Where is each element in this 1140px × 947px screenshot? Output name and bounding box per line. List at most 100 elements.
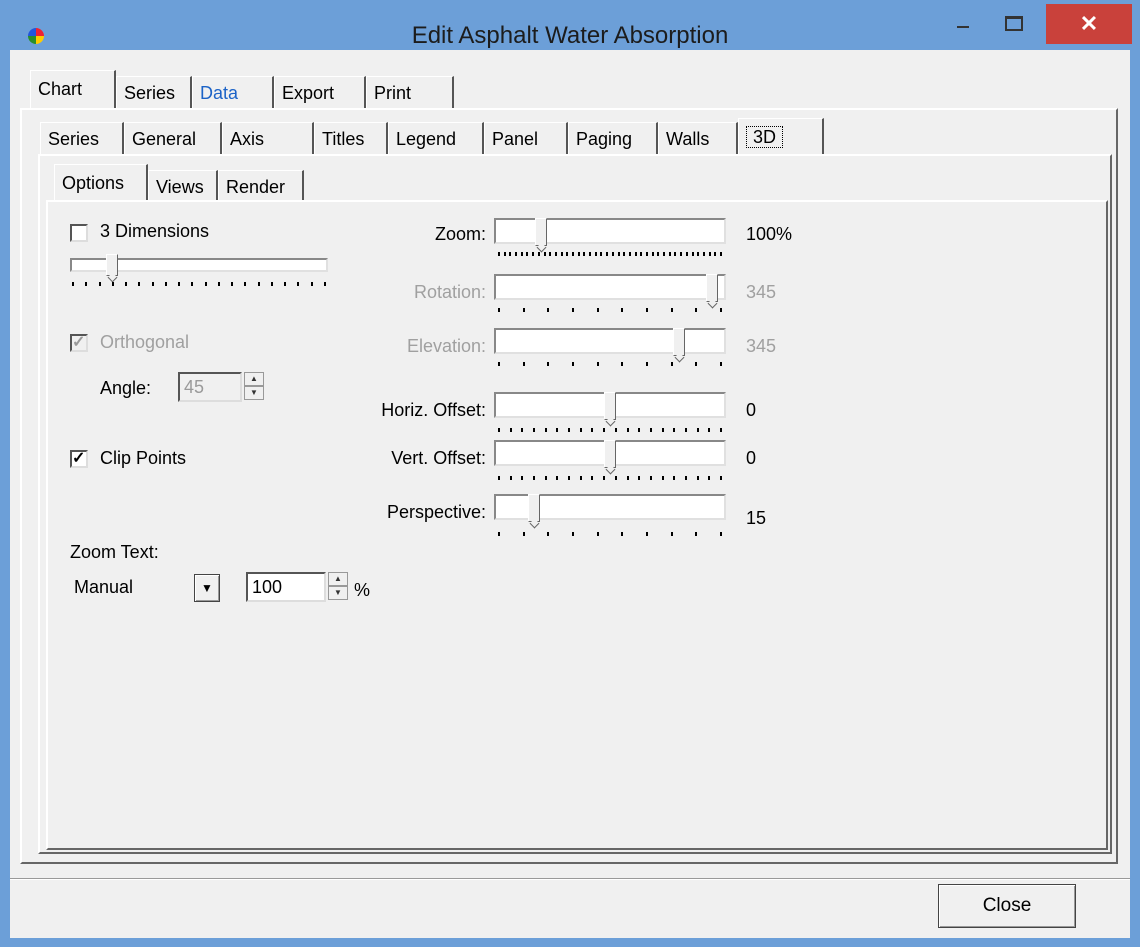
slider-tick [651, 252, 654, 256]
zoom-ticks [498, 252, 722, 258]
tab-panel[interactable]: Panel [484, 122, 568, 154]
tab-views[interactable]: Views [148, 170, 218, 202]
vert-offset-slider-thumb[interactable] [604, 440, 616, 468]
tab-3d[interactable]: 3D [738, 118, 824, 156]
slider-tick [611, 252, 614, 256]
perspective-slider-thumb[interactable] [528, 494, 541, 522]
slider-tick [661, 428, 664, 432]
tab-print[interactable]: Print [366, 76, 454, 108]
slider-tick [600, 252, 603, 256]
slider-tick [646, 308, 648, 312]
perspective-label: Perspective: [386, 502, 486, 522]
chevron-down-icon[interactable]: ▼ [194, 574, 220, 602]
tab-general[interactable]: General [124, 122, 222, 154]
slider-tick [634, 252, 637, 256]
slider-tick [695, 532, 698, 536]
3d-percent-slider-thumb[interactable] [106, 254, 118, 276]
3d-checkbox[interactable] [70, 224, 88, 242]
slider-tick [695, 362, 698, 366]
slider-tick [596, 532, 599, 536]
slider-tick [680, 252, 683, 256]
slider-tick [498, 532, 500, 536]
slider-tick [547, 308, 550, 312]
3d-tab-panel: Options Views Render 3 Dimensions ✓ Orth… [38, 154, 1112, 854]
tab-walls[interactable]: Walls [658, 122, 738, 154]
spin-down-icon[interactable]: ▼ [244, 386, 264, 400]
close-button[interactable]: Close [938, 884, 1076, 928]
slider-tick [547, 532, 550, 536]
elevation-slider-thumb[interactable] [673, 328, 686, 356]
tab-axis[interactable]: Axis [222, 122, 314, 154]
slider-tick [670, 308, 673, 312]
slider-tick [244, 282, 247, 286]
rotation-slider-track[interactable] [494, 274, 726, 300]
slider-tick [537, 252, 540, 256]
slider-tick [151, 282, 154, 286]
slider-tick [556, 476, 559, 480]
maximize-icon[interactable] [990, 6, 1038, 40]
slider-tick [111, 282, 114, 286]
slider-tick [621, 362, 624, 366]
slider-tick [720, 532, 722, 536]
slider-tick [708, 428, 711, 432]
slider-tick [603, 476, 606, 480]
tab-data[interactable]: Data [192, 76, 274, 108]
slider-tick [498, 362, 500, 366]
horiz-offset-slider-thumb[interactable] [604, 392, 616, 420]
spin-up-icon[interactable]: ▲ [244, 372, 264, 386]
slider-tick [533, 476, 536, 480]
spin-up-icon[interactable]: ▲ [328, 572, 348, 586]
slider-tick [720, 476, 722, 480]
tab-export[interactable]: Export [274, 76, 366, 108]
close-icon[interactable]: ✕ [1046, 4, 1132, 44]
tab-series[interactable]: Series [116, 76, 192, 108]
zoom-text-label: Zoom Text: [70, 542, 159, 562]
slider-tick [696, 428, 699, 432]
tab-titles[interactable]: Titles [314, 122, 388, 154]
orthogonal-checkbox[interactable]: ✓ [70, 334, 88, 352]
3d-percent-ticks [72, 282, 326, 288]
slider-tick [695, 308, 698, 312]
zoom-text-spinner[interactable]: ▲ ▼ [328, 572, 348, 602]
slider-tick [72, 282, 74, 286]
slider-tick [714, 252, 717, 256]
angle-spinner[interactable]: ▲ ▼ [244, 372, 264, 402]
elevation-label: Elevation: [406, 336, 486, 356]
spin-down-icon[interactable]: ▼ [328, 586, 348, 600]
slider-tick [702, 252, 705, 256]
slider-tick [628, 252, 631, 256]
slider-tick [521, 476, 524, 480]
zoom-slider-track[interactable] [494, 218, 726, 244]
angle-input[interactable]: 45 [178, 372, 242, 402]
zoom-text-input[interactable]: 100 [246, 572, 326, 602]
elevation-ticks [498, 362, 722, 368]
elevation-slider-track[interactable] [494, 328, 726, 354]
slider-tick [697, 252, 700, 256]
slider-tick [614, 476, 617, 480]
slider-tick [543, 252, 546, 256]
slider-tick [498, 428, 500, 432]
tab-paging[interactable]: Paging [568, 122, 658, 154]
slider-tick [498, 308, 500, 312]
chart-pie-icon[interactable] [28, 28, 44, 44]
slider-tick [178, 282, 181, 286]
dialog-window: Edit Asphalt Water Absorption ✕ Chart Se… [0, 0, 1140, 947]
zoom-label: Zoom: [434, 224, 486, 244]
clip-points-checkbox[interactable]: ✓ [70, 450, 88, 468]
slider-tick [638, 476, 641, 480]
tab-chart-series[interactable]: Series [40, 122, 124, 154]
zoom-slider-thumb[interactable] [534, 218, 547, 246]
tab-legend[interactable]: Legend [388, 122, 484, 154]
tab-options[interactable]: Options [54, 164, 148, 202]
tab-3d-label: 3D [746, 126, 784, 148]
rotation-label: Rotation: [413, 282, 486, 302]
slider-tick [638, 428, 641, 432]
tab-chart[interactable]: Chart [30, 70, 116, 108]
slider-tick [720, 428, 722, 432]
orthogonal-check-mark: ✓ [72, 334, 86, 351]
tab-render[interactable]: Render [218, 170, 304, 202]
vert-offset-value: 0 [746, 448, 757, 468]
rotation-slider-thumb[interactable] [705, 274, 718, 302]
slider-tick [623, 252, 626, 256]
minimize-icon[interactable] [944, 6, 982, 40]
